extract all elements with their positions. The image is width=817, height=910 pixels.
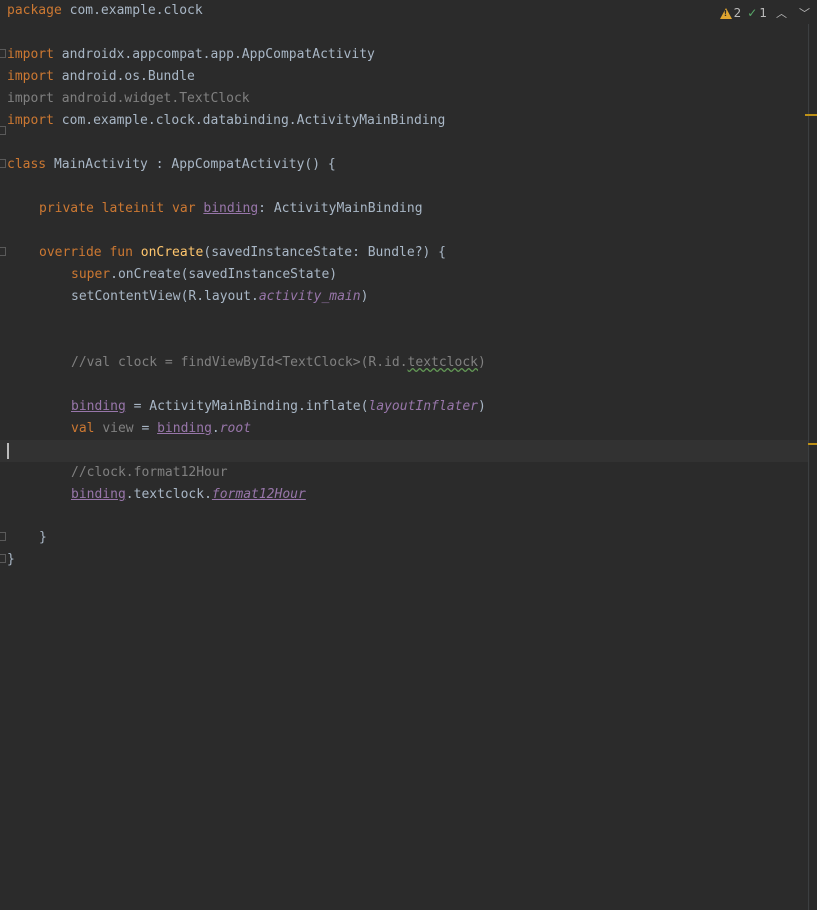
dot: .: [211, 421, 220, 436]
code-line: import android.os.Bundle: [0, 66, 808, 88]
code-line: import com.example.clock.databinding.Act…: [0, 110, 808, 132]
keyword: val: [71, 421, 95, 436]
import-path: android.widget.TextClock: [53, 91, 250, 106]
keyword: class: [7, 157, 47, 172]
operator: =: [133, 421, 158, 436]
closing-brace: }: [39, 530, 47, 545]
keyword: import: [7, 91, 54, 106]
code-line: //clock.format12Hour: [0, 462, 808, 484]
class-declaration: MainActivity : AppCompatActivity() {: [46, 157, 336, 172]
property-reference[interactable]: format12Hour: [212, 487, 306, 502]
code-line: override fun onCreate(savedInstanceState…: [0, 242, 808, 264]
comment: //clock.format12Hour: [71, 465, 228, 480]
property-name[interactable]: binding: [71, 487, 126, 502]
code-line: super.onCreate(savedInstanceState): [0, 264, 808, 286]
code-line: binding = ActivityMainBinding.inflate(la…: [0, 396, 808, 418]
paren: ): [478, 399, 486, 414]
layout-reference[interactable]: activity_main: [259, 289, 361, 304]
assignment: = ActivityMainBinding.inflate(: [125, 399, 369, 414]
caret-line[interactable]: [0, 440, 808, 462]
code-line: import android.widget.TextClock: [0, 88, 808, 110]
property-name[interactable]: binding: [71, 399, 126, 414]
code-line: class MainActivity : AppCompatActivity()…: [0, 154, 808, 176]
code-line: import androidx.appcompat.app.AppCompatA…: [0, 44, 808, 66]
keyword: import: [7, 113, 54, 128]
import-path: android.os.Bundle: [53, 69, 195, 84]
paren: ): [360, 289, 369, 304]
function-params: (savedInstanceState: Bundle?) {: [203, 245, 447, 260]
keyword: import: [7, 47, 54, 62]
keyword: super: [71, 267, 111, 282]
keyword: package: [7, 3, 62, 18]
comment: //val clock = findViewById<TextClock>(R.…: [71, 355, 408, 370]
package-name: com.example.clock: [61, 3, 203, 18]
unused-variable[interactable]: view: [102, 421, 133, 436]
comment: ): [478, 355, 486, 370]
code-line: setContentView(R.layout.activity_main): [0, 286, 808, 308]
property-name[interactable]: binding: [203, 201, 258, 216]
code-line: }: [0, 527, 808, 549]
code-line: binding.textclock.format12Hour: [0, 484, 808, 506]
comment-typo[interactable]: textclock: [408, 355, 478, 370]
import-path: androidx.appcompat.app.AppCompatActivity: [53, 47, 375, 62]
closing-brace: }: [7, 552, 15, 567]
code-line: }: [0, 549, 808, 571]
call-expression: .onCreate(savedInstanceState): [110, 267, 338, 282]
property-reference[interactable]: root: [220, 421, 251, 436]
type-annotation: : ActivityMainBinding: [258, 201, 423, 216]
text-caret: [7, 443, 9, 459]
keyword: import: [7, 69, 54, 84]
property-reference[interactable]: layoutInflater: [368, 399, 478, 414]
import-path: com.example.clock.databinding.ActivityMa…: [53, 113, 446, 128]
property-name[interactable]: binding: [157, 421, 212, 436]
code-editor[interactable]: 2 ✓ 1 ︿ ﹀ package com.example.clock impo…: [0, 0, 817, 910]
call-expression: setContentView(R.layout.: [71, 289, 259, 304]
code-line: package com.example.clock: [0, 0, 808, 22]
keyword: override fun: [39, 245, 133, 260]
function-name[interactable]: onCreate: [141, 245, 204, 260]
error-stripe[interactable]: [808, 24, 809, 910]
code-line: val view = binding.root: [0, 418, 808, 440]
member-access: .textclock.: [125, 487, 212, 502]
keyword: private lateinit var: [39, 201, 196, 216]
code-line: //val clock = findViewById<TextClock>(R.…: [0, 352, 808, 374]
code-line: private lateinit var binding: ActivityMa…: [0, 198, 808, 220]
